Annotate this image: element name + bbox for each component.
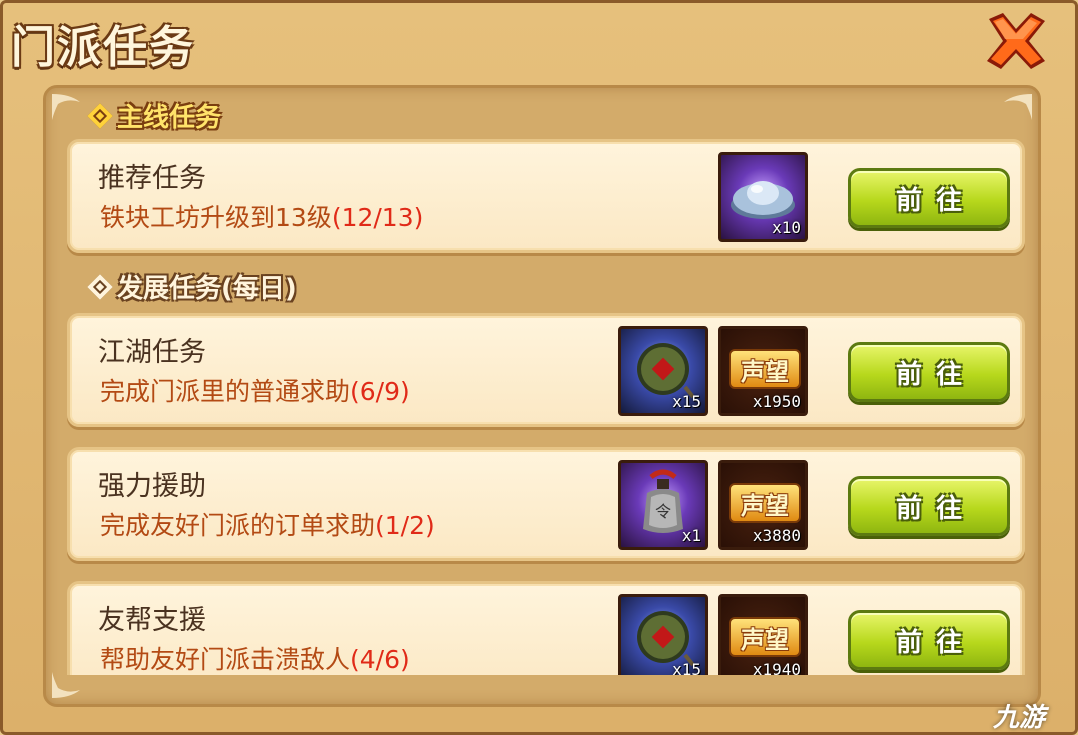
reward-count: x1	[681, 526, 701, 545]
reward-slot[interactable]: 声望 x1950	[718, 326, 808, 416]
reward-slot[interactable]: x15	[618, 326, 708, 416]
task-progress: (6/9)	[350, 377, 410, 406]
task-card: 友帮支援 帮助友好门派击溃敌人(4/6) x15 声望 x1940 前往	[67, 581, 1025, 675]
task-list[interactable]: 推荐任务 铁块工坊升级到13级(12/13) x10 前往 江湖任务 完成门派里…	[43, 85, 1041, 675]
reward-count: x1950	[752, 392, 801, 411]
task-window: 门派任务 主线任务 发展任务(每日) 推荐任务 铁块工坊升级到13级(12/13…	[0, 0, 1078, 735]
task-desc-text: 完成友好门派的订单求助	[100, 511, 376, 540]
task-desc: 完成友好门派的订单求助(1/2)	[100, 506, 435, 542]
task-card: 强力援助 完成友好门派的订单求助(1/2) 令 x1 声望 x3880 前往	[67, 447, 1025, 561]
reward-count: x15	[672, 392, 701, 411]
go-button[interactable]: 前往	[848, 168, 1010, 228]
reward-slot[interactable]: 令 x1	[618, 460, 708, 550]
window-title: 门派任务	[11, 22, 195, 73]
task-desc: 帮助友好门派击溃敌人(4/6)	[100, 640, 410, 675]
reward-count: x3880	[752, 526, 801, 545]
task-progress: (4/6)	[350, 645, 410, 674]
go-button[interactable]: 前往	[848, 476, 1010, 536]
reward-count: x15	[672, 660, 701, 675]
close-icon[interactable]	[981, 9, 1051, 73]
go-button[interactable]: 前往	[848, 610, 1010, 670]
go-button[interactable]: 前往	[848, 342, 1010, 402]
reward-count: x10	[772, 218, 801, 237]
task-desc-text: 帮助友好门派击溃敌人	[100, 645, 351, 674]
fame-icon: 声望	[729, 349, 801, 389]
task-card: 江湖任务 完成门派里的普通求助(6/9) x15 声望 x1950 前往	[67, 313, 1025, 427]
fame-icon: 声望	[729, 617, 801, 657]
reward-slot[interactable]: 声望 x1940	[718, 594, 808, 675]
task-name: 友帮支援	[98, 605, 206, 636]
svg-text:令: 令	[655, 502, 671, 521]
task-progress: (12/13)	[331, 203, 424, 232]
reward-slot[interactable]: 声望 x3880	[718, 460, 808, 550]
reward-slot[interactable]: x10	[718, 152, 808, 242]
task-desc: 完成门派里的普通求助(6/9)	[100, 372, 410, 408]
reward-count: x1940	[752, 660, 801, 675]
task-name: 强力援助	[98, 471, 206, 502]
task-name: 江湖任务	[98, 337, 206, 368]
task-progress: (1/2)	[375, 511, 435, 540]
task-desc-text: 铁块工坊升级到13级	[100, 203, 332, 232]
task-desc: 铁块工坊升级到13级(12/13)	[100, 198, 423, 234]
task-name: 推荐任务	[98, 163, 206, 194]
task-card: 推荐任务 铁块工坊升级到13级(12/13) x10 前往	[67, 139, 1025, 253]
watermark-logo: 九游	[993, 703, 1046, 733]
fame-icon: 声望	[729, 483, 801, 523]
task-desc-text: 完成门派里的普通求助	[100, 377, 351, 406]
reward-slot[interactable]: x15	[618, 594, 708, 675]
